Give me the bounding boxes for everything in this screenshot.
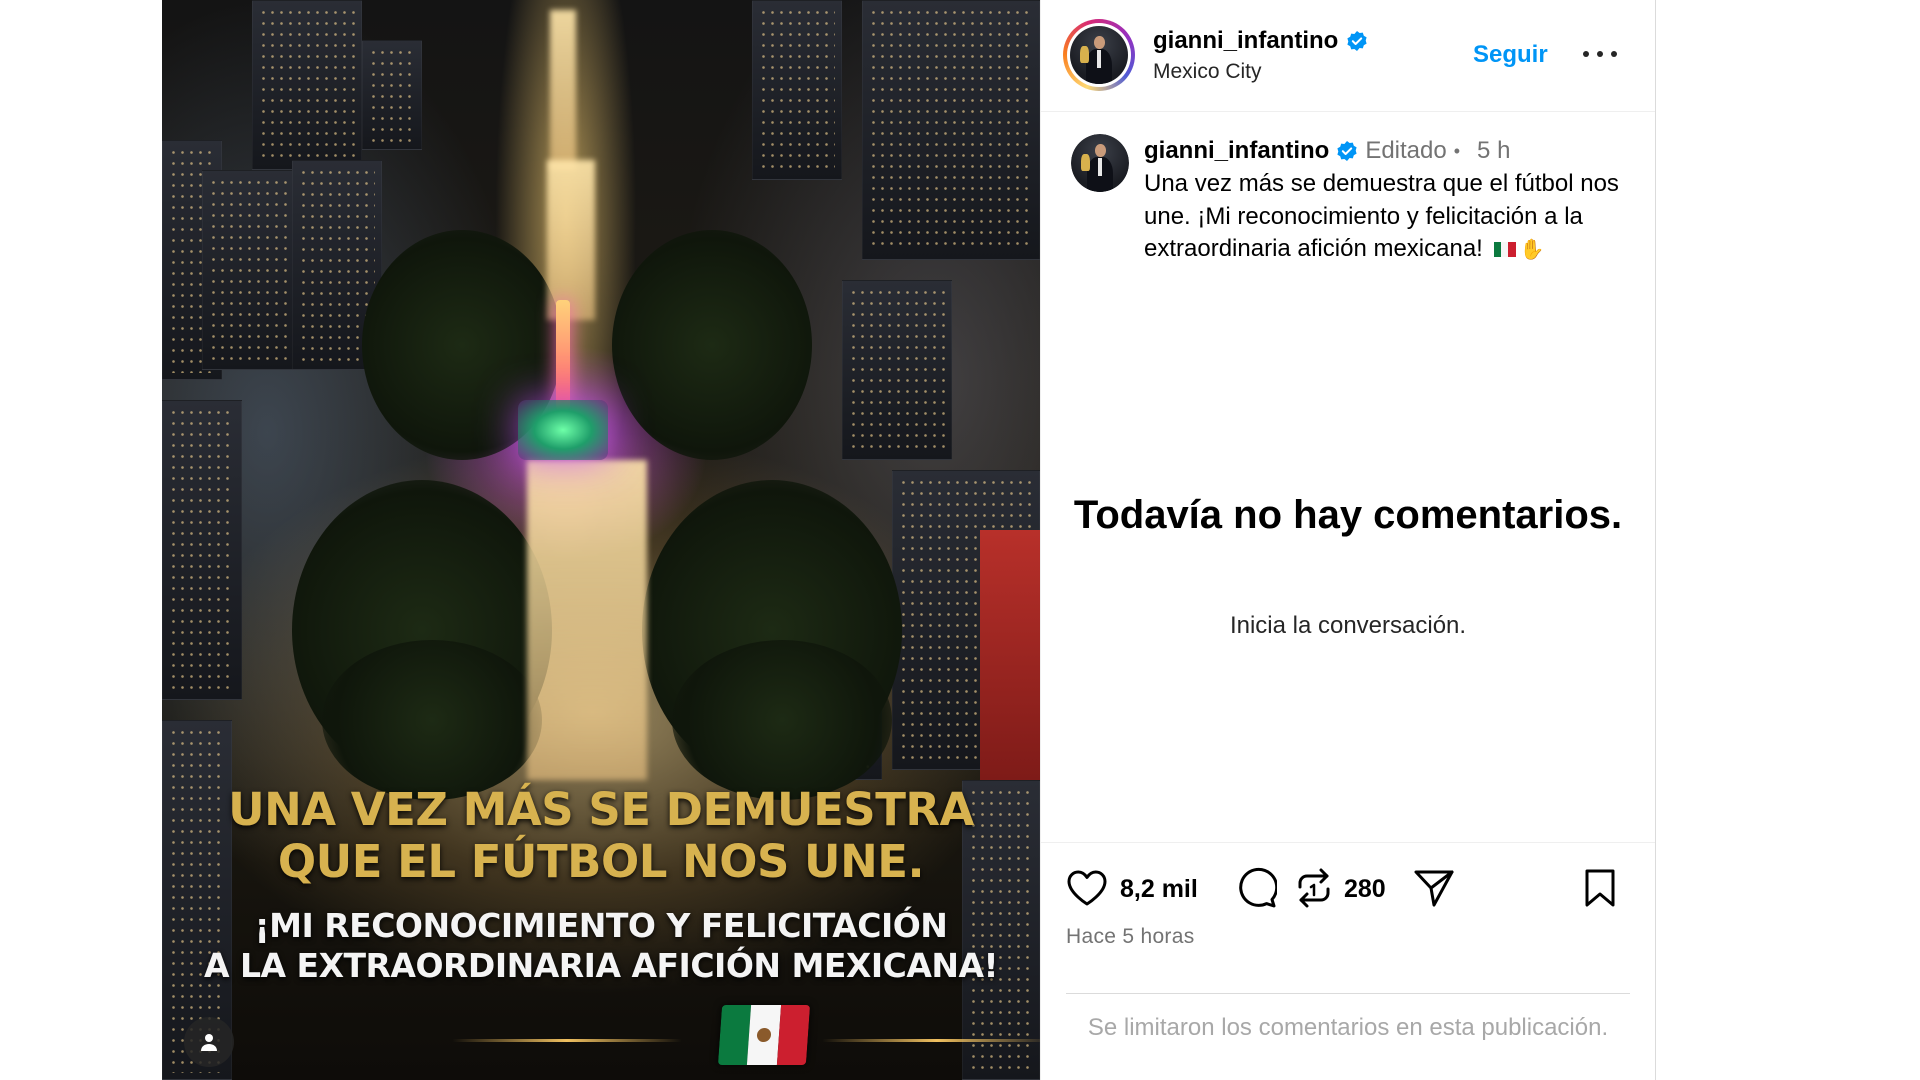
send-icon bbox=[1414, 870, 1454, 907]
divider bbox=[1066, 993, 1630, 994]
tree-canopy bbox=[672, 640, 892, 800]
bookmark-icon bbox=[1585, 869, 1615, 907]
comments-limited-notice: Se limitaron los comentarios en esta pub… bbox=[1087, 1014, 1609, 1041]
promo-line-3: ¡MI RECONOCIMIENTO Y FELICITACIÓN bbox=[254, 906, 948, 945]
light-flare bbox=[452, 1039, 682, 1042]
comment-button[interactable] bbox=[1234, 866, 1278, 910]
promo-line-4: A LA EXTRAORDINARIA AFICIÓN MEXICANA! bbox=[203, 946, 999, 985]
clapping-hands-emoji: ✋ bbox=[1519, 237, 1545, 262]
post-header: gianni_infantino Mexico City Seguir bbox=[1041, 0, 1655, 112]
caption-body: Una vez más se demuestra que el fútbol n… bbox=[1144, 170, 1619, 262]
save-button[interactable] bbox=[1578, 866, 1622, 910]
location-link[interactable]: Mexico City bbox=[1153, 60, 1262, 84]
avatar bbox=[1071, 134, 1129, 192]
caption-username[interactable]: gianni_infantino bbox=[1144, 137, 1329, 165]
angel-column bbox=[556, 300, 570, 410]
avenue-lights bbox=[527, 460, 647, 780]
building bbox=[362, 40, 422, 150]
tree-canopy bbox=[322, 640, 542, 800]
story-ring[interactable] bbox=[1063, 19, 1135, 91]
edited-label: Editado bbox=[1365, 137, 1447, 164]
building bbox=[752, 0, 842, 180]
repost-button[interactable] bbox=[1292, 866, 1336, 910]
user-tags-button[interactable] bbox=[184, 1017, 234, 1067]
mexico-flag bbox=[717, 1005, 811, 1065]
more-options-button[interactable] bbox=[1583, 42, 1617, 66]
light-flare bbox=[822, 1039, 1040, 1042]
caption-text: Una vez más se demuestra que el fútbol n… bbox=[1144, 168, 1634, 266]
repost-count[interactable]: 280 bbox=[1344, 875, 1386, 904]
building bbox=[252, 0, 362, 170]
no-comments-title: Todavía no hay comentarios. bbox=[1073, 493, 1623, 537]
caption-time[interactable]: 5 h bbox=[1477, 137, 1510, 165]
post-details-panel: gianni_infantino Mexico City Seguir gian… bbox=[1040, 0, 1656, 1080]
follow-button[interactable]: Seguir bbox=[1473, 41, 1548, 69]
header-user: gianni_infantino bbox=[1153, 27, 1368, 55]
caption-avatar[interactable] bbox=[1071, 134, 1129, 192]
like-button[interactable] bbox=[1065, 866, 1109, 910]
verified-badge-icon bbox=[1347, 31, 1367, 51]
heart-icon bbox=[1067, 870, 1107, 906]
billboard bbox=[980, 530, 1040, 780]
avenue-lights bbox=[547, 160, 595, 320]
divider bbox=[1041, 842, 1655, 843]
person-icon bbox=[201, 1034, 217, 1051]
comment-icon bbox=[1239, 867, 1277, 908]
post-timestamp[interactable]: Hace 5 horas bbox=[1066, 925, 1195, 949]
promo-line-2: QUE EL FÚTBOL NOS UNE. bbox=[277, 835, 925, 888]
avatar[interactable] bbox=[1070, 26, 1128, 84]
verified-badge-icon bbox=[1337, 141, 1357, 161]
more-options-icon bbox=[1583, 51, 1589, 57]
building bbox=[842, 280, 952, 460]
caption-meta: gianni_infantino Editado • 5 h bbox=[1144, 137, 1510, 165]
building bbox=[862, 0, 1040, 260]
building bbox=[162, 400, 242, 700]
post-photo[interactable]: UNA VEZ MÁS SE DEMUESTRA QUE EL FÚTBOL N… bbox=[162, 0, 1040, 1080]
repost-icon bbox=[1298, 868, 1330, 908]
share-button[interactable] bbox=[1412, 866, 1456, 910]
promo-line-1: UNA VEZ MÁS SE DEMUESTRA bbox=[228, 783, 974, 836]
header-username[interactable]: gianni_infantino bbox=[1153, 27, 1338, 55]
no-comments-subtitle: Inicia la conversación. bbox=[1229, 612, 1467, 639]
like-count[interactable]: 8,2 mil bbox=[1120, 875, 1198, 904]
avenue-lights bbox=[550, 10, 576, 170]
mexico-flag-emoji bbox=[1493, 242, 1516, 258]
monument-base bbox=[518, 400, 608, 460]
separator-dot: • bbox=[1453, 140, 1461, 161]
tree-canopy bbox=[612, 230, 812, 460]
